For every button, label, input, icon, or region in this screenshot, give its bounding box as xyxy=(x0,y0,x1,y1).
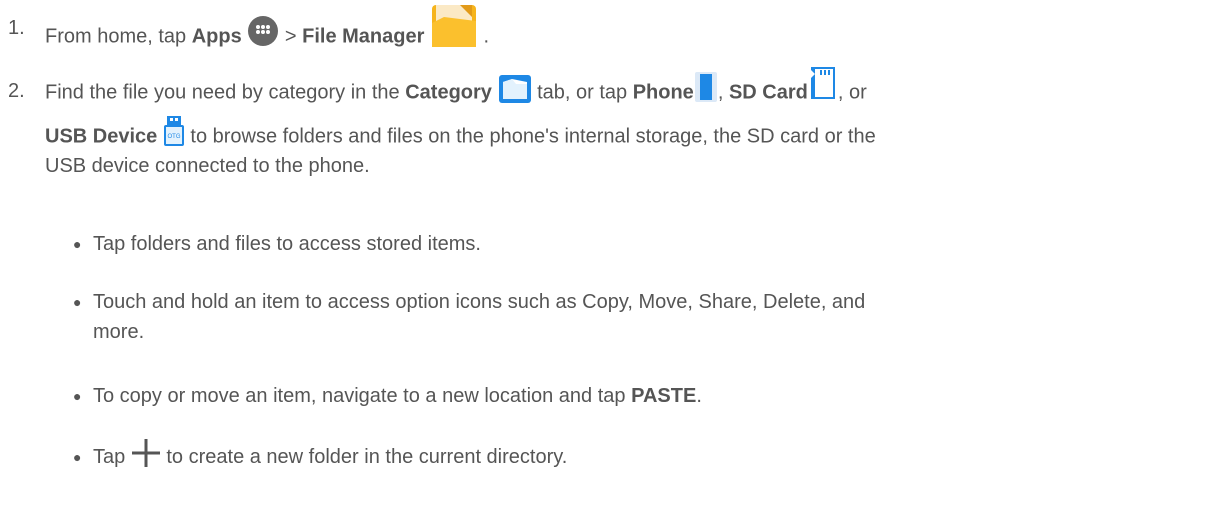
step-2-line-1: Find the file you need by category in th… xyxy=(45,67,1221,121)
svg-text:OTG: OTG xyxy=(167,134,180,140)
apps-label: Apps xyxy=(191,25,242,48)
bullet-dot: ● xyxy=(73,449,82,465)
file-manager-icon xyxy=(430,1,478,49)
step-number: 1. xyxy=(8,17,25,39)
file-manager-label: File Manager xyxy=(302,25,425,48)
category-tab-icon xyxy=(498,74,532,104)
paste-label: PASTE xyxy=(631,385,697,407)
step-1-text: From home, tap Apps > File Manager . xyxy=(45,5,1221,61)
usb-device-label: USB Device xyxy=(45,125,158,148)
step-2-line-2: USB Device OTG to browse folders and fil… xyxy=(45,116,1221,151)
phone-label: Phone xyxy=(632,81,694,104)
phone-storage-icon xyxy=(694,71,718,103)
usb-otg-icon: OTG xyxy=(163,115,185,147)
step-2-text: Find the file you need by category in th… xyxy=(45,67,1221,181)
bullet-dot: ● xyxy=(73,294,82,310)
apps-icon xyxy=(247,15,279,47)
step-2-line-3: USB device connected to the phone. xyxy=(45,155,370,177)
sd-card-label: SD Card xyxy=(728,81,808,104)
plus-icon xyxy=(131,438,161,468)
step-number: 2. xyxy=(8,80,25,102)
bullet-dot: ● xyxy=(73,388,82,404)
instructions-page: 1. From home, tap Apps > File Manager . … xyxy=(0,0,1231,521)
category-label: Category xyxy=(405,81,492,104)
bullet-dot: ● xyxy=(73,236,82,252)
sd-card-icon xyxy=(808,66,838,100)
